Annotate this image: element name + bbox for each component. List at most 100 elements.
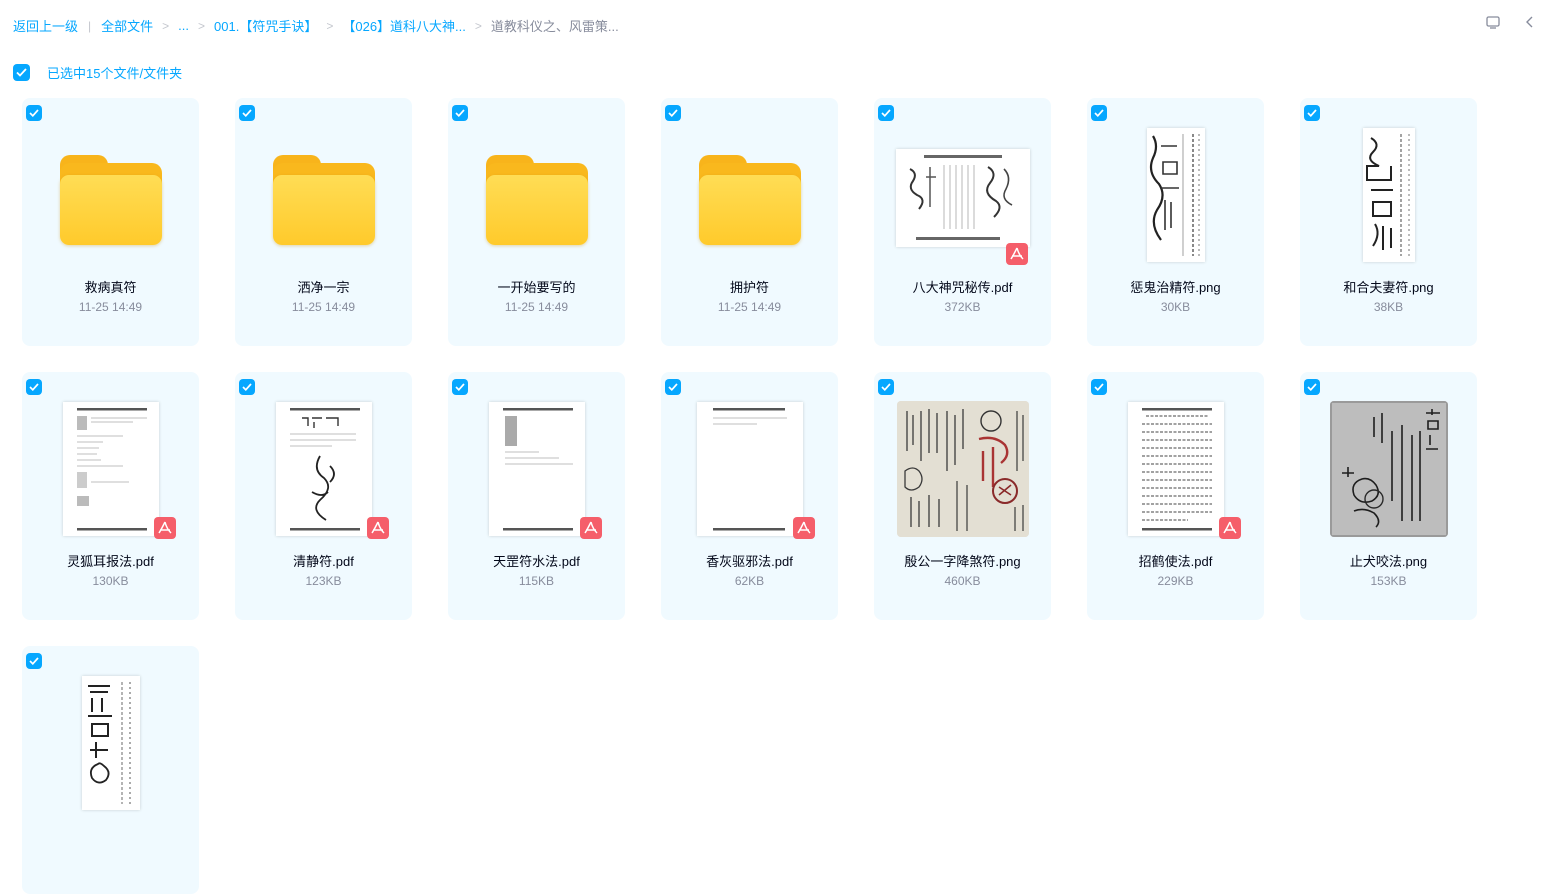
check-icon	[1307, 109, 1317, 117]
check-icon	[881, 383, 891, 391]
folder-thumbnail	[235, 118, 412, 282]
document-preview-image	[488, 402, 585, 536]
check-icon	[29, 109, 39, 117]
folder-icon	[698, 155, 801, 245]
document-preview-image	[1127, 402, 1224, 536]
file-name: 天罡符水法.pdf	[493, 554, 580, 569]
breadcrumb: 返回上一级 | 全部文件 > ... > 001.【符咒手诀】 > 【026】道…	[13, 16, 619, 35]
file-card[interactable]: 八大神咒秘传.pdf 372KB	[874, 98, 1051, 346]
back-link[interactable]: 返回上一级	[13, 16, 78, 35]
window-view-icon[interactable]	[1485, 14, 1501, 30]
folder-thumbnail	[22, 118, 199, 282]
file-meta: 115KB	[518, 574, 555, 588]
check-icon	[455, 109, 465, 117]
file-card[interactable]: 拥护符 11-25 14:49	[661, 98, 838, 346]
pdf-thumbnail	[448, 392, 625, 556]
file-grid: 救病真符 11-25 14:49 洒净一宗 11-25 14:49 一开始要写的…	[22, 98, 1477, 894]
file-meta: 30KB	[1160, 300, 1191, 314]
pdf-thumbnail	[22, 392, 199, 556]
pdf-icon	[580, 517, 602, 539]
file-meta: 11-25 14:49	[291, 300, 356, 314]
chevron-right-icon: >	[162, 18, 170, 33]
file-card[interactable]: 惩鬼治精符.png 30KB	[1087, 98, 1264, 346]
file-meta: 372KB	[944, 300, 981, 314]
breadcrumb-divider: |	[88, 18, 92, 33]
chevron-right-icon: >	[326, 18, 334, 33]
file-card[interactable]: 洒净一宗 11-25 14:49	[235, 98, 412, 346]
check-icon	[16, 68, 27, 77]
file-name: 和合夫妻符.png	[1343, 280, 1434, 295]
folder-icon	[485, 155, 588, 245]
select-all-row: 已选中15个文件/文件夹	[13, 63, 182, 82]
file-meta: 11-25 14:49	[504, 300, 569, 314]
chevron-left-icon[interactable]	[1525, 14, 1535, 30]
file-meta: 130KB	[92, 574, 129, 588]
pdf-thumbnail	[1087, 392, 1264, 556]
document-preview-image	[895, 149, 1030, 247]
talisman-photo-image	[1329, 401, 1448, 537]
file-card[interactable]: 殷公一字降煞符.png 460KB	[874, 372, 1051, 620]
file-meta: 62KB	[734, 574, 765, 588]
file-meta: 153KB	[1370, 574, 1407, 588]
file-card[interactable]: 和合夫妻符.png 38KB	[1300, 98, 1477, 346]
file-card[interactable]: 灵狐耳报法.pdf 130KB	[22, 372, 199, 620]
pdf-icon	[793, 517, 815, 539]
file-meta: 460KB	[944, 574, 981, 588]
document-preview-image	[62, 402, 159, 536]
top-actions	[1485, 14, 1541, 30]
file-card[interactable]: 清静符.pdf 123KB	[235, 372, 412, 620]
document-preview-image	[275, 402, 372, 536]
breadcrumb-ellipsis[interactable]: ...	[178, 18, 189, 33]
file-meta: 38KB	[1373, 300, 1404, 314]
file-name: 一开始要写的	[497, 280, 576, 295]
file-meta: 11-25 14:49	[717, 300, 782, 314]
pdf-icon	[1219, 517, 1241, 539]
file-name: 拥护符	[729, 280, 769, 295]
check-icon	[29, 383, 39, 391]
file-card[interactable]: 香灰驱邪法.pdf 62KB	[661, 372, 838, 620]
folder-thumbnail	[661, 118, 838, 282]
image-thumbnail	[874, 392, 1051, 556]
file-name: 救病真符	[84, 280, 137, 295]
file-name: 八大神咒秘传.pdf	[912, 280, 1013, 295]
check-icon	[1094, 109, 1104, 117]
pdf-icon	[367, 517, 389, 539]
breadcrumb-all-files[interactable]: 全部文件	[101, 16, 153, 35]
check-icon	[668, 383, 678, 391]
image-thumbnail	[1300, 118, 1477, 282]
file-card[interactable]: 救病真符 11-25 14:49	[22, 98, 199, 346]
select-all-checkbox[interactable]	[13, 64, 30, 81]
pdf-icon	[1006, 243, 1028, 265]
check-icon	[1307, 383, 1317, 391]
breadcrumb-current: 道教科仪之、风雷策...	[490, 19, 619, 34]
file-name: 洒净一宗	[297, 280, 350, 295]
breadcrumb-level-2[interactable]: 【026】道科八大神...	[342, 16, 466, 35]
folder-icon	[59, 155, 162, 245]
talisman-preview-image	[1362, 128, 1415, 262]
file-meta: 123KB	[305, 574, 342, 588]
check-icon	[455, 383, 465, 391]
file-meta: 11-25 14:49	[78, 300, 143, 314]
check-icon	[1094, 383, 1104, 391]
check-icon	[242, 383, 252, 391]
file-card[interactable]	[22, 646, 199, 894]
pdf-thumbnail	[661, 392, 838, 556]
file-name: 止犬咬法.png	[1349, 554, 1428, 569]
image-thumbnail	[1087, 118, 1264, 282]
check-icon	[242, 109, 252, 117]
pdf-thumbnail	[235, 392, 412, 556]
file-card[interactable]: 一开始要写的 11-25 14:49	[448, 98, 625, 346]
file-name: 殷公一字降煞符.png	[904, 554, 1021, 569]
check-icon	[668, 109, 678, 117]
image-thumbnail	[22, 666, 199, 830]
breadcrumb-level-1[interactable]: 001.【符咒手诀】	[214, 16, 317, 35]
file-card[interactable]: 天罡符水法.pdf 115KB	[448, 372, 625, 620]
file-card[interactable]: 招鹤使法.pdf 229KB	[1087, 372, 1264, 620]
pdf-icon	[154, 517, 176, 539]
chevron-right-icon: >	[474, 18, 482, 33]
pdf-thumbnail	[874, 118, 1051, 282]
folder-thumbnail	[448, 118, 625, 282]
check-icon	[29, 657, 39, 665]
file-card[interactable]: 止犬咬法.png 153KB	[1300, 372, 1477, 620]
document-preview-image	[696, 402, 803, 536]
